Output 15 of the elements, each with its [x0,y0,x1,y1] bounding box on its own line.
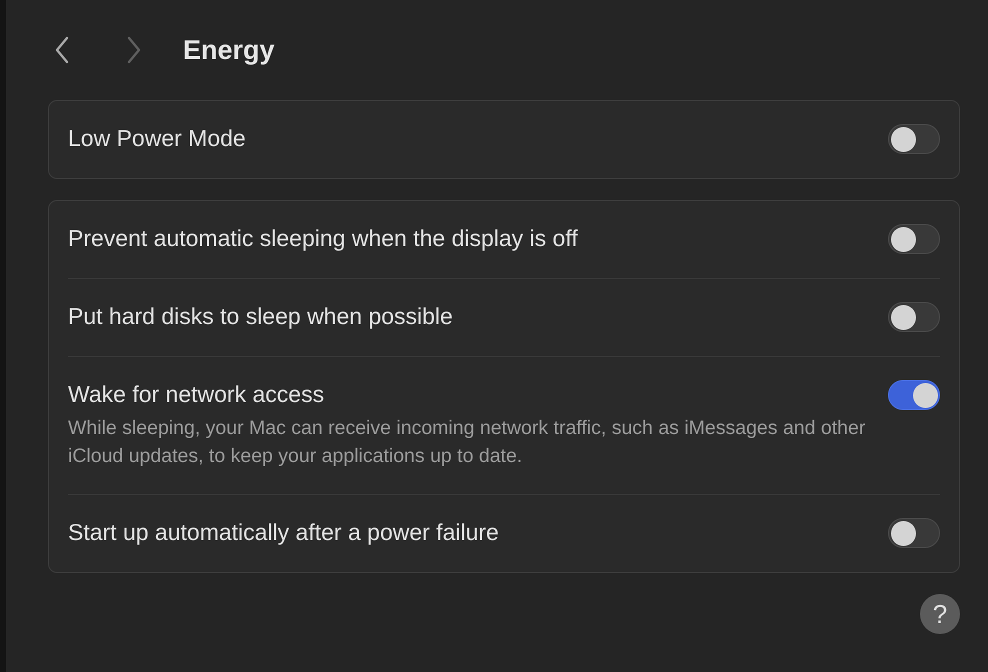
setting-label: Low Power Mode [68,125,246,152]
setting-label: Prevent automatic sleeping when the display is off [68,225,578,252]
back-icon [55,36,69,64]
toggle-switch[interactable] [888,302,940,332]
forward-icon [127,36,141,64]
toggle-switch[interactable] [888,224,940,254]
setting-label: Start up automatically after a power failure [68,519,499,546]
setting-label: Wake for network access [68,381,326,408]
setting-label: Put hard disks to sleep when possible [68,303,453,330]
toggle-switch[interactable] [888,124,940,154]
page-title: Energy [183,34,275,66]
setting-description: While sleeping, your Mac can receive incoming network traffic, such as iMessages and other iCloud updates, to keep your applications up to date. [68,416,866,469]
help-button[interactable]: ? [920,594,960,634]
toggle-switch[interactable] [888,518,940,548]
toggle-switch[interactable] [888,380,940,410]
